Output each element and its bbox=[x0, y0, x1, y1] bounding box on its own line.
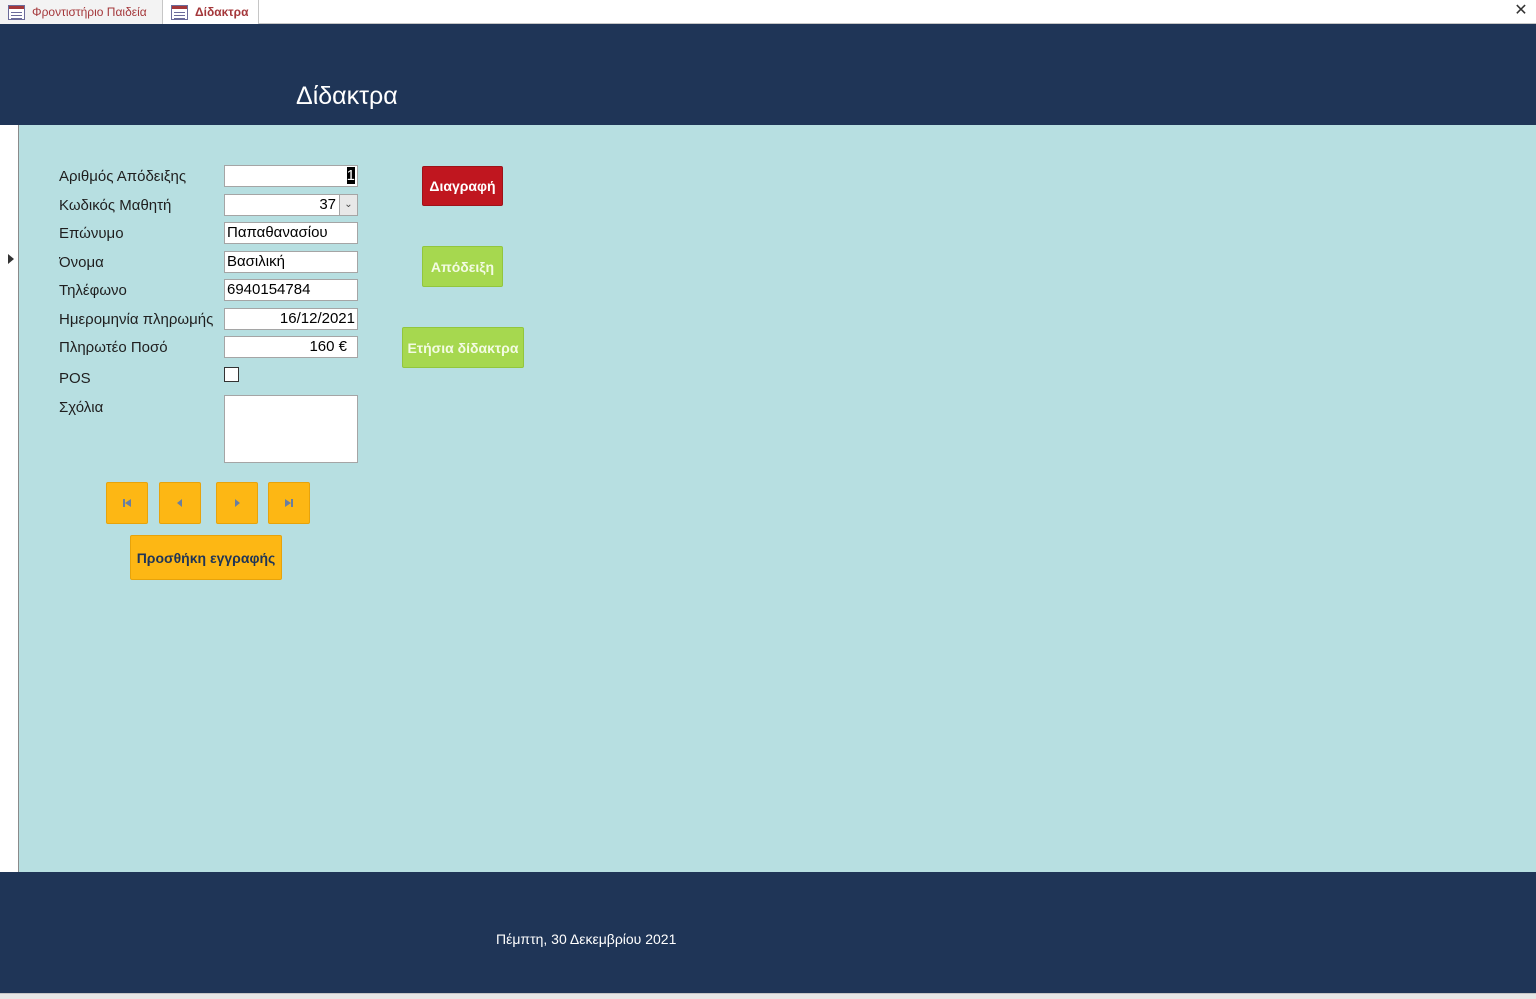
first-record-button[interactable] bbox=[106, 482, 148, 524]
previous-record-button[interactable] bbox=[159, 482, 201, 524]
phone-label: Τηλέφωνο bbox=[59, 282, 127, 299]
student-code-label: Κωδικός Μαθητή bbox=[59, 197, 172, 214]
status-bar bbox=[0, 993, 1536, 999]
tab-frontistirio-paideia[interactable]: Φροντιστήριο Παιδεία bbox=[0, 0, 163, 24]
tab-didaktra[interactable]: Δίδακτρα bbox=[163, 0, 259, 24]
last-record-button[interactable] bbox=[268, 482, 310, 524]
previous-record-icon bbox=[160, 483, 200, 523]
document-tab-strip: Φροντιστήριο Παιδεία Δίδακτρα ✕ bbox=[0, 0, 1536, 24]
student-code-combo[interactable]: 37 ⌄ bbox=[224, 194, 358, 216]
receipt-number-label: Αριθμός Απόδειξης bbox=[59, 168, 187, 185]
form-detail: Αριθμός Απόδειξης 1 Κωδικός Μαθητή 37 ⌄ … bbox=[19, 125, 1536, 872]
comments-textarea[interactable] bbox=[224, 395, 358, 463]
chevron-down-icon[interactable]: ⌄ bbox=[339, 195, 357, 215]
add-record-button[interactable]: Προσθήκη εγγραφής bbox=[130, 535, 282, 580]
name-field[interactable]: Βασιλική bbox=[224, 251, 358, 273]
form-header: Δίδακτρα bbox=[0, 24, 1536, 125]
tab-label: Δίδακτρα bbox=[195, 5, 249, 19]
comments-label: Σχόλια bbox=[59, 399, 104, 416]
form-icon bbox=[171, 4, 188, 20]
pos-label: POS bbox=[59, 370, 91, 387]
close-icon[interactable]: ✕ bbox=[1512, 2, 1530, 20]
next-record-icon bbox=[217, 483, 257, 523]
amount-label: Πληρωτέο Ποσό bbox=[59, 339, 168, 356]
form-footer: Πέμπτη, 30 Δεκεμβρίου 2021 bbox=[0, 872, 1536, 993]
receipt-number-field[interactable]: 1 bbox=[224, 165, 358, 187]
name-label: Όνομα bbox=[59, 254, 104, 271]
phone-field[interactable]: 6940154784 bbox=[224, 279, 358, 301]
payment-date-field[interactable]: 16/12/2021 bbox=[224, 308, 358, 330]
page-title: Δίδακτρα bbox=[296, 82, 398, 110]
receipt-number-value: 1 bbox=[346, 167, 355, 184]
receipt-button[interactable]: Απόδειξη bbox=[422, 246, 503, 287]
payment-date-label: Ημερομηνία πληρωμής bbox=[59, 311, 214, 328]
first-record-icon bbox=[107, 483, 147, 523]
current-record-icon bbox=[8, 254, 14, 264]
current-date: Πέμπτη, 30 Δεκεμβρίου 2021 bbox=[496, 931, 677, 947]
pos-checkbox[interactable] bbox=[224, 367, 239, 382]
delete-button[interactable]: Διαγραφή bbox=[422, 166, 503, 206]
surname-label: Επώνυμο bbox=[59, 225, 124, 242]
next-record-button[interactable] bbox=[216, 482, 258, 524]
annual-fees-button[interactable]: Ετήσια δίδακτρα bbox=[402, 327, 524, 368]
last-record-icon bbox=[269, 483, 309, 523]
surname-field[interactable]: Παπαθανασίου bbox=[224, 222, 358, 244]
record-selector[interactable] bbox=[0, 125, 19, 872]
student-code-value: 37 bbox=[319, 196, 336, 213]
tab-label: Φροντιστήριο Παιδεία bbox=[32, 5, 147, 19]
amount-field[interactable]: 160 € bbox=[224, 336, 358, 358]
form-icon bbox=[8, 4, 25, 20]
